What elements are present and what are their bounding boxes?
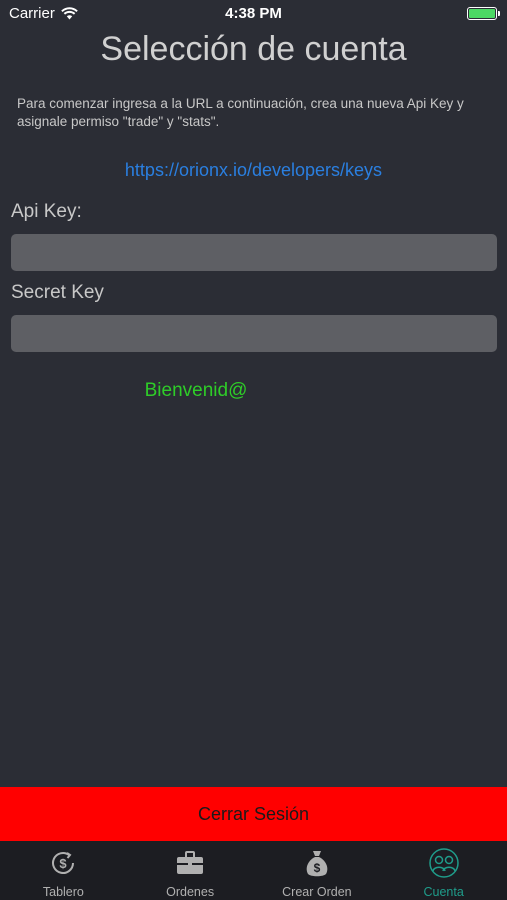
page-title: Selección de cuenta: [100, 30, 407, 68]
intro-text: Para comenzar ingresa a la URL a continu…: [17, 96, 464, 129]
tab-crear-orden[interactable]: $ Crear Orden: [254, 841, 381, 900]
battery-icon: [467, 7, 500, 20]
api-key-label: Api Key:: [11, 201, 82, 222]
api-key-input[interactable]: [11, 234, 497, 271]
logout-button[interactable]: Cerrar Sesión: [0, 787, 507, 841]
tab-tablero[interactable]: $ Tablero: [0, 841, 127, 900]
tab-label: Cuenta: [423, 885, 464, 899]
secret-key-label: Secret Key: [11, 282, 104, 303]
tab-cuenta[interactable]: Cuenta: [380, 841, 507, 900]
users-icon: [428, 848, 459, 878]
tab-label: Ordenes: [166, 885, 215, 899]
status-bar: Carrier 4:38 PM: [0, 0, 507, 28]
briefcase-icon: [177, 851, 204, 874]
tab-label: Tablero: [42, 885, 84, 899]
battery-fill: [469, 9, 495, 18]
money-bag-icon: $: [306, 851, 328, 877]
tab-ordenes[interactable]: Ordenes: [127, 841, 254, 900]
svg-text:$: $: [314, 861, 321, 875]
welcome-text: Bienvenid@: [144, 380, 248, 401]
svg-text:$: $: [60, 856, 68, 871]
developers-keys-link[interactable]: https://orionx.io/developers/keys: [0, 160, 507, 181]
tab-label: Crear Orden: [282, 885, 352, 899]
status-time: 4:38 PM: [225, 5, 282, 22]
tab-bar: $ Tablero Ordenes $ Crear Orden Cuenta: [0, 841, 507, 900]
dollar-circle-icon: $: [52, 852, 75, 874]
secret-key-input[interactable]: [11, 315, 497, 352]
